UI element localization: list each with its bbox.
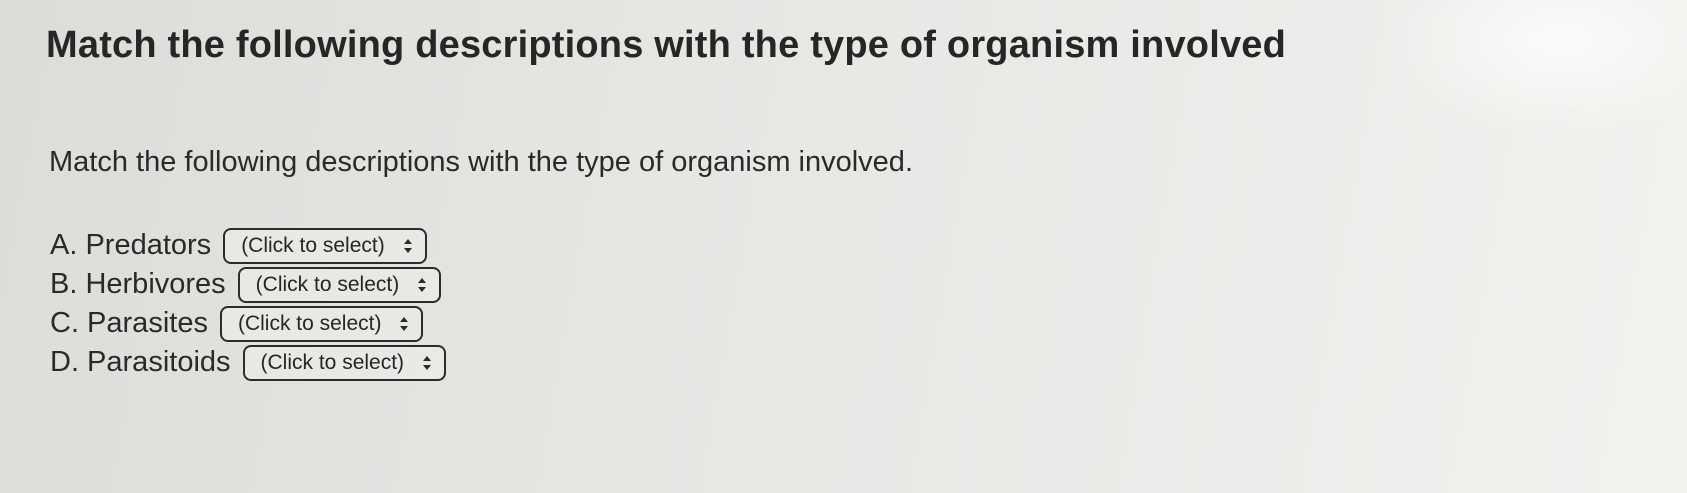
predators-select[interactable]: (Click to select) [223, 227, 427, 264]
question-prompt: Match the following descriptions with th… [49, 146, 913, 178]
parasitoids-select-value: (Click to select) [260, 350, 405, 374]
parasites-select[interactable]: (Click to select) [219, 305, 424, 342]
question-title: Match the following descriptions with th… [46, 24, 1287, 66]
match-row-herbivores: B. Herbivores (Click to select) [50, 265, 446, 304]
match-label-parasites: C. Parasites [50, 307, 208, 339]
herbivores-select-value: (Click to select) [255, 272, 400, 296]
updown-chevron-icon [403, 237, 413, 255]
parasites-select-value: (Click to select) [237, 311, 382, 335]
match-label-herbivores: B. Herbivores [50, 268, 226, 300]
updown-chevron-icon [399, 315, 409, 333]
match-row-parasites: C. Parasites (Click to select) [50, 304, 446, 343]
match-label-predators: A. Predators [50, 229, 212, 261]
match-list: A. Predators (Click to select) B. Herbiv… [50, 226, 447, 382]
parasitoids-select[interactable]: (Click to select) [242, 344, 447, 381]
match-row-predators: A. Predators (Click to select) [50, 226, 446, 265]
updown-chevron-icon [422, 354, 432, 372]
question-page: Match the following descriptions with th… [0, 0, 1687, 493]
match-label-parasitoids: D. Parasitoids [50, 346, 231, 378]
match-row-parasitoids: D. Parasitoids (Click to select) [50, 343, 447, 382]
predators-select-value: (Click to select) [241, 233, 385, 257]
herbivores-select[interactable]: (Click to select) [237, 266, 442, 303]
updown-chevron-icon [417, 276, 427, 294]
